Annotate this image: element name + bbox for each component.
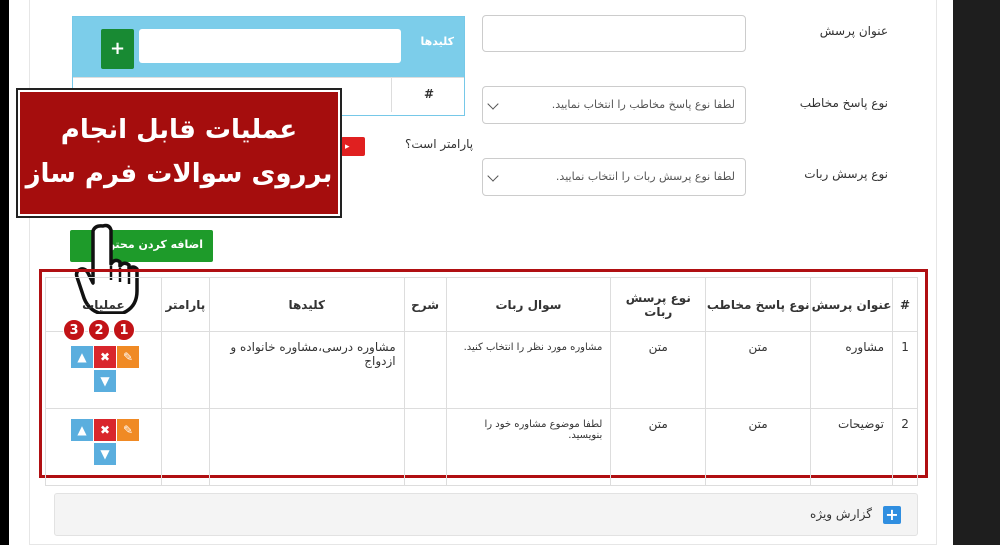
row-bot-type: متن bbox=[610, 331, 707, 409]
delete-button[interactable]: ✖ bbox=[94, 419, 116, 441]
row-operations: ✎ ✖ ▲ ▼ bbox=[45, 408, 162, 486]
bot-question-type-placeholder: لطفا نوع پرسش ربات را انتخاب نمایید. bbox=[555, 170, 735, 183]
col-keywords: کلیدها bbox=[208, 277, 405, 332]
question-title-input[interactable] bbox=[482, 15, 746, 52]
bot-question-type-select[interactable]: لطفا نوع پرسش ربات را انتخاب نمایید. bbox=[482, 158, 746, 196]
move-down-button[interactable]: ▼ bbox=[94, 443, 116, 465]
keywords-hash-header: # bbox=[423, 87, 434, 101]
questions-table: # عنوان پرسش نوع پاسخ مخاطب نوع پرسش ربا… bbox=[45, 277, 918, 486]
table-header-row: # عنوان پرسش نوع پاسخ مخاطب نوع پرسش ربا… bbox=[45, 277, 918, 332]
col-parameter: پارامتر bbox=[160, 277, 210, 332]
move-up-button[interactable]: ▲ bbox=[71, 419, 93, 441]
badge-2: 2 bbox=[88, 319, 110, 341]
keywords-title: کلیدها bbox=[420, 35, 455, 48]
row-bot-question: مشاوره مورد نظر را انتخاب کنید. bbox=[445, 331, 612, 409]
row-answer-type: متن bbox=[705, 408, 812, 486]
row-bot-type: متن bbox=[610, 408, 707, 486]
col-answer-type: نوع پاسخ مخاطب bbox=[705, 277, 812, 332]
callout-line-1: عملیات قابل انجام bbox=[60, 115, 298, 145]
question-title-label: عنوان پرسش bbox=[819, 24, 888, 38]
chevron-down-icon bbox=[487, 98, 499, 110]
window-edge bbox=[953, 0, 1000, 545]
row-description bbox=[403, 331, 447, 409]
parameter-toggle[interactable]: ▸ bbox=[341, 137, 365, 156]
callout-line-2: برروی سوالات فرم ساز bbox=[25, 159, 333, 189]
answer-type-placeholder: لطفا نوع پاسخ مخاطب را انتخاب نمایید. bbox=[551, 98, 735, 111]
chevron-down-icon bbox=[487, 170, 499, 182]
row-title: توضیحات bbox=[810, 408, 894, 486]
add-keyword-button[interactable]: + bbox=[101, 29, 134, 69]
table-row: 1 مشاوره متن متن مشاوره مورد نظر را انتخ… bbox=[45, 319, 918, 409]
bot-question-type-label: نوع پرسش ربات bbox=[804, 167, 888, 181]
divider bbox=[391, 78, 392, 112]
annotation-callout: عملیات قابل انجام برروی سوالات فرم ساز bbox=[18, 90, 340, 216]
badge-1: 1 bbox=[113, 319, 135, 341]
table-row: 2 توضیحات متن متن لطفا موضوع مشاوره خود … bbox=[45, 408, 918, 486]
col-bot-type: نوع پرسش ربات bbox=[610, 277, 707, 332]
row-title: مشاوره bbox=[810, 331, 894, 409]
answer-type-label: نوع پاسخ مخاطب bbox=[799, 96, 888, 110]
delete-button[interactable]: ✖ bbox=[94, 346, 116, 368]
move-down-button[interactable]: ▼ bbox=[94, 370, 116, 392]
plus-icon: + bbox=[883, 506, 901, 524]
edit-button[interactable]: ✎ bbox=[117, 419, 139, 441]
special-report-panel[interactable]: + گزارش ویژه bbox=[54, 493, 918, 536]
row-parameter bbox=[160, 408, 210, 486]
keywords-header: کلیدها + bbox=[73, 17, 464, 77]
col-title: عنوان پرسش bbox=[810, 277, 894, 332]
page: عنوان پرسش نوع پاسخ مخاطب لطفا نوع پاسخ … bbox=[9, 0, 953, 545]
edit-button[interactable]: ✎ bbox=[117, 346, 139, 368]
row-num: 1 bbox=[892, 331, 918, 409]
badge-3: 3 bbox=[63, 319, 85, 341]
row-keywords bbox=[208, 408, 405, 486]
col-description: شرح bbox=[403, 277, 447, 332]
row-answer-type: متن bbox=[705, 331, 812, 409]
keyword-input[interactable] bbox=[139, 29, 401, 63]
move-up-button[interactable]: ▲ bbox=[71, 346, 93, 368]
special-report-label: گزارش ویژه bbox=[810, 507, 872, 521]
row-operations: 1 2 3 ✎ ✖ ▲ ▼ bbox=[45, 319, 162, 409]
col-num: # bbox=[892, 277, 918, 332]
row-description bbox=[403, 408, 447, 486]
answer-type-select[interactable]: لطفا نوع پاسخ مخاطب را انتخاب نمایید. bbox=[482, 86, 746, 124]
col-bot-question: سوال ربات bbox=[445, 277, 612, 332]
row-num: 2 bbox=[892, 408, 918, 486]
is-parameter-label: پارامتر است؟ bbox=[405, 137, 474, 151]
row-parameter bbox=[160, 331, 210, 409]
row-bot-question: لطفا موضوع مشاوره خود را بنویسید. bbox=[445, 408, 612, 486]
row-keywords: مشاوره درسی،مشاوره خانواده و ازدواج bbox=[208, 331, 405, 409]
